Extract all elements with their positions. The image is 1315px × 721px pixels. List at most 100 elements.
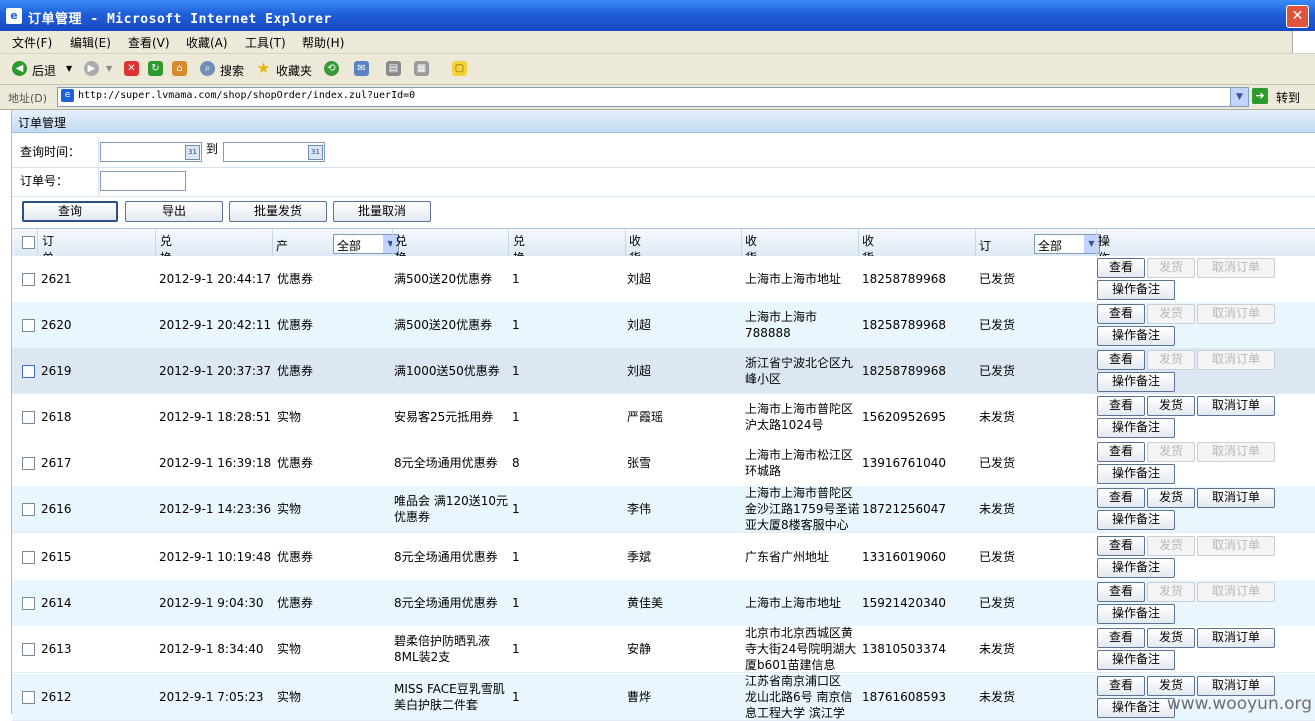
favorites-button[interactable]: 收藏夹 (276, 62, 312, 79)
menu-edit[interactable]: 编辑(E) (70, 34, 111, 51)
view-button[interactable]: 查看 (1097, 258, 1145, 278)
favorites-star-icon[interactable]: ★ (256, 61, 271, 76)
batch-cancel-button[interactable]: 批量取消 (333, 201, 431, 222)
action-note-button[interactable]: 操作备注 (1097, 558, 1175, 578)
cell-status: 未发货 (979, 502, 1016, 516)
cancel-order-button[interactable]: 取消订单 (1197, 676, 1275, 696)
messenger-icon[interactable]: ▢ (452, 61, 467, 76)
back-dropdown-icon[interactable]: ▼ (66, 64, 72, 73)
row-checkbox[interactable] (22, 643, 35, 656)
action-note-button[interactable]: 操作备注 (1097, 280, 1175, 300)
stop-icon[interactable]: ✕ (124, 61, 139, 76)
row-checkbox[interactable] (22, 365, 35, 378)
action-note-button[interactable]: 操作备注 (1097, 698, 1175, 718)
cell-product: 8元全场通用优惠券 (394, 550, 498, 564)
ship-button[interactable]: 发货 (1147, 304, 1195, 324)
view-button[interactable]: 查看 (1097, 676, 1145, 696)
table-row: 2613 2012-9-1 8:34:40 实物 碧柔倍护防晒乳液 8ML装2支 1 安静… (12, 626, 1315, 673)
view-button[interactable]: 查看 (1097, 442, 1145, 462)
view-button[interactable]: 查看 (1097, 350, 1145, 370)
address-input[interactable]: e http://super.lvmama.com/shop/shopOrder… (57, 87, 1249, 107)
cancel-order-button[interactable]: 取消订单 (1197, 304, 1275, 324)
batch-ship-button[interactable]: 批量发货 (229, 201, 327, 222)
cell-type: 优惠券 (277, 596, 314, 610)
row-checkbox[interactable] (22, 691, 35, 704)
forward-icon[interactable]: ▶ (84, 61, 99, 76)
status-filter-select[interactable]: 全部 ▼ (1034, 234, 1100, 254)
go-button[interactable]: ➔ 转到 (1252, 87, 1310, 106)
view-button[interactable]: 查看 (1097, 304, 1145, 324)
end-date-input[interactable]: 31 (223, 142, 325, 162)
ship-button[interactable]: 发货 (1147, 442, 1195, 462)
ship-button[interactable]: 发货 (1147, 258, 1195, 278)
row-checkbox[interactable] (22, 551, 35, 564)
history-icon[interactable]: ⟲ (324, 61, 339, 76)
search-icon[interactable]: ⌕ (200, 61, 215, 76)
row-checkbox[interactable] (22, 411, 35, 424)
action-note-button[interactable]: 操作备注 (1097, 650, 1175, 670)
home-icon[interactable]: ⌂ (172, 61, 187, 76)
cancel-order-button[interactable]: 取消订单 (1197, 536, 1275, 556)
print-icon[interactable]: ▤ (386, 61, 401, 76)
cancel-order-button[interactable]: 取消订单 (1197, 582, 1275, 602)
address-url[interactable]: http://super.lvmama.com/shop/shopOrder/i… (78, 90, 415, 101)
calendar-icon[interactable]: 31 (185, 145, 200, 160)
view-button[interactable]: 查看 (1097, 396, 1145, 416)
type-filter-select[interactable]: 全部 ▼ (333, 234, 399, 254)
order-no-label: 订单号： (20, 174, 69, 188)
forward-dropdown-icon[interactable]: ▼ (106, 64, 112, 73)
cancel-order-button[interactable]: 取消订单 (1197, 488, 1275, 508)
mail-icon[interactable]: ✉ (354, 61, 369, 76)
query-button[interactable]: 查询 (22, 201, 118, 222)
go-label[interactable]: 转到 (1276, 89, 1300, 106)
ship-button[interactable]: 发货 (1147, 350, 1195, 370)
action-note-button[interactable]: 操作备注 (1097, 372, 1175, 392)
action-note-button[interactable]: 操作备注 (1097, 326, 1175, 346)
edit-icon[interactable]: ▦ (414, 61, 429, 76)
export-button[interactable]: 导出 (125, 201, 223, 222)
menu-help[interactable]: 帮助(H) (302, 34, 344, 51)
row-checkbox[interactable] (22, 319, 35, 332)
action-note-button[interactable]: 操作备注 (1097, 604, 1175, 624)
start-date-input[interactable]: 31 (100, 142, 202, 162)
action-note-button[interactable]: 操作备注 (1097, 464, 1175, 484)
cancel-order-button[interactable]: 取消订单 (1197, 258, 1275, 278)
row-checkbox[interactable] (22, 503, 35, 516)
ship-button[interactable]: 发货 (1147, 396, 1195, 416)
table-row: 2616 2012-9-1 14:23:36 实物 唯品会 满120送10元 优惠券 1… (12, 486, 1315, 533)
address-dropdown-icon[interactable]: ▼ (1230, 88, 1248, 106)
view-button[interactable]: 查看 (1097, 488, 1145, 508)
refresh-icon[interactable]: ↻ (148, 61, 163, 76)
view-button[interactable]: 查看 (1097, 582, 1145, 602)
menu-favorites[interactable]: 收藏(A) (186, 34, 228, 51)
back-button[interactable]: 后退 (32, 62, 56, 79)
select-all-checkbox[interactable] (22, 236, 35, 249)
ship-button[interactable]: 发货 (1147, 676, 1195, 696)
cancel-order-button[interactable]: 取消订单 (1197, 350, 1275, 370)
view-button[interactable]: 查看 (1097, 536, 1145, 556)
cell-name: 季斌 (627, 550, 652, 564)
search-button[interactable]: 搜索 (220, 62, 244, 79)
action-note-button[interactable]: 操作备注 (1097, 418, 1175, 438)
ship-button[interactable]: 发货 (1147, 582, 1195, 602)
menu-file[interactable]: 文件(F) (12, 34, 52, 51)
ship-button[interactable]: 发货 (1147, 536, 1195, 556)
cancel-order-button[interactable]: 取消订单 (1197, 628, 1275, 648)
row-checkbox[interactable] (22, 597, 35, 610)
close-icon[interactable]: ✕ (1286, 5, 1309, 28)
calendar-icon[interactable]: 31 (308, 145, 323, 160)
ship-button[interactable]: 发货 (1147, 488, 1195, 508)
menu-view[interactable]: 查看(V) (128, 34, 170, 51)
go-arrow-icon[interactable]: ➔ (1252, 88, 1268, 104)
menu-tools[interactable]: 工具(T) (245, 34, 286, 51)
cancel-order-button[interactable]: 取消订单 (1197, 396, 1275, 416)
cell-type: 优惠券 (277, 550, 314, 564)
back-icon[interactable]: ◀ (12, 61, 27, 76)
cancel-order-button[interactable]: 取消订单 (1197, 442, 1275, 462)
order-no-input[interactable] (100, 171, 186, 191)
view-button[interactable]: 查看 (1097, 628, 1145, 648)
action-note-button[interactable]: 操作备注 (1097, 510, 1175, 530)
row-checkbox[interactable] (22, 273, 35, 286)
ship-button[interactable]: 发货 (1147, 628, 1195, 648)
row-checkbox[interactable] (22, 457, 35, 470)
